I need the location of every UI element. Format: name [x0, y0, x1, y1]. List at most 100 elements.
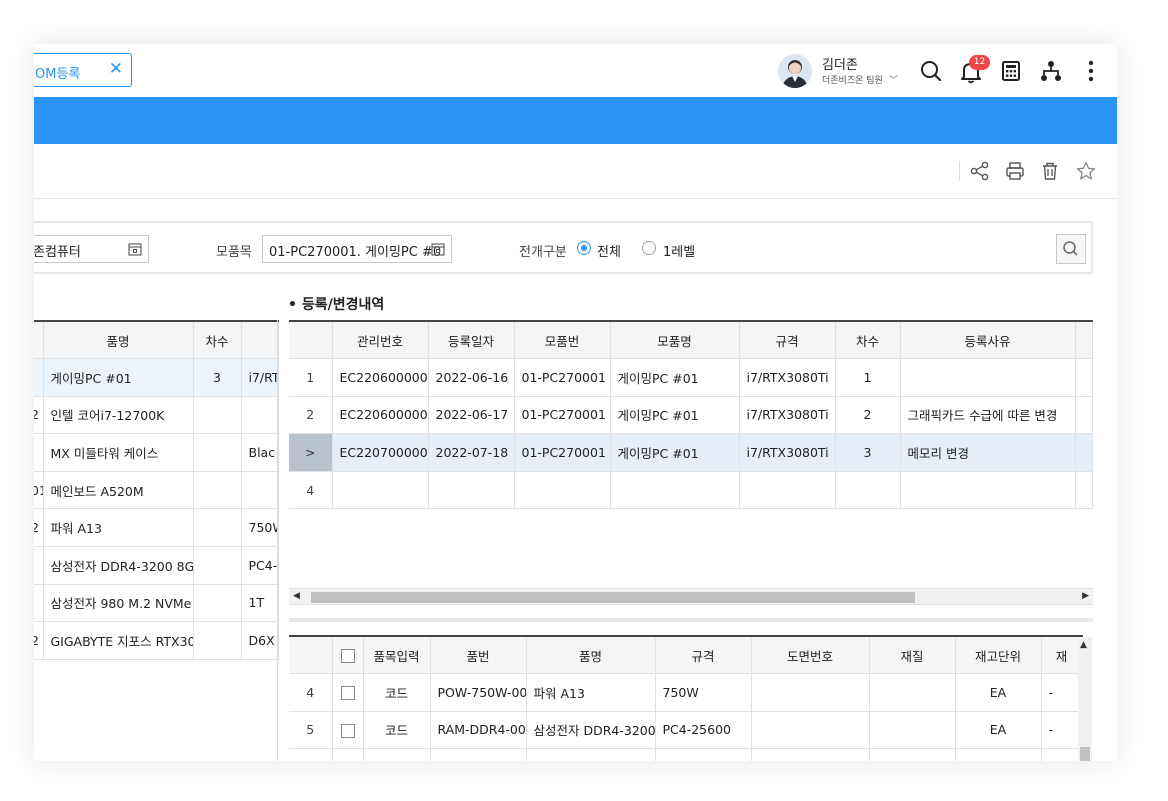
cell[interactable]: 3 — [835, 433, 901, 472]
cell[interactable]: 01-PC270001 — [514, 396, 611, 435]
org-chart-icon[interactable] — [1038, 58, 1064, 84]
cell[interactable] — [514, 471, 611, 510]
column-header[interactable]: 차수 — [193, 321, 242, 360]
table-row[interactable]: 4 — [289, 471, 1093, 510]
cell[interactable]: 파워 A13 — [526, 673, 656, 712]
table-row[interactable]: 2 파워 A13 750W — [34, 508, 279, 548]
cell[interactable] — [193, 396, 242, 435]
table-row[interactable]: 삼성전자 DDR4-3200 8G PC4- — [34, 546, 279, 585]
table-row[interactable]: MX 미들타워 케이스 Blac — [34, 433, 279, 472]
select-all-checkbox[interactable] — [332, 636, 364, 675]
avatar[interactable] — [778, 54, 812, 88]
cell[interactable]: D6X — [241, 621, 279, 660]
scroll-up-icon[interactable]: ▲ — [1080, 640, 1087, 650]
column-header[interactable]: 차수 — [835, 321, 901, 360]
column-header[interactable]: 품번 — [430, 636, 527, 675]
column-header[interactable]: 품명 — [43, 321, 194, 360]
cell[interactable] — [430, 748, 527, 761]
scrollbar-thumb[interactable] — [311, 592, 915, 603]
chevron-down-icon[interactable]: ﹀ — [889, 73, 898, 86]
cell[interactable]: i7/RTX3080Ti — [739, 358, 836, 397]
column-header[interactable] — [241, 321, 279, 360]
cell[interactable]: i7/RTX3080Ti — [739, 396, 836, 435]
cell[interactable] — [751, 711, 870, 750]
cell[interactable] — [835, 471, 901, 510]
cell[interactable]: PC4-25600 — [655, 711, 752, 750]
more-vertical-icon[interactable] — [1078, 58, 1104, 84]
cell[interactable]: 게이밍PC #01 — [610, 358, 740, 397]
table-row[interactable]: 01 메인보드 A520M — [34, 471, 279, 510]
cell[interactable] — [869, 711, 956, 750]
cell[interactable] — [1041, 748, 1083, 761]
row-checkbox[interactable] — [332, 711, 364, 750]
scroll-right-icon[interactable]: ▶ — [1082, 591, 1089, 601]
cell[interactable]: MX 미들타워 케이스 — [43, 433, 194, 472]
star-icon[interactable] — [1075, 160, 1097, 182]
cell[interactable]: 삼성전자 980 M.2 NVMe — [43, 584, 194, 623]
scrollbar-thumb[interactable] — [1080, 747, 1090, 761]
cell[interactable]: EC2207000001 — [332, 433, 429, 472]
cell[interactable] — [655, 748, 752, 761]
cell[interactable] — [241, 396, 279, 435]
row-checkbox[interactable] — [332, 673, 364, 712]
cell[interactable] — [241, 471, 279, 510]
column-header[interactable]: 규격 — [655, 636, 752, 675]
column-header[interactable]: 품명 — [526, 636, 656, 675]
cell[interactable]: i7/RT — [241, 358, 279, 397]
cell[interactable]: 1T — [241, 584, 279, 623]
cell[interactable]: i7/RTX3080Ti — [739, 433, 836, 472]
cell[interactable] — [193, 433, 242, 472]
cell[interactable]: 삼성전자 DDR4-3200 — [526, 711, 656, 750]
column-header[interactable]: 규격 — [739, 321, 836, 360]
cell[interactable]: EA — [955, 711, 1042, 750]
scroll-left-icon[interactable]: ◀ — [293, 591, 300, 601]
cell[interactable] — [739, 471, 836, 510]
cell[interactable]: EC2206000003 — [332, 396, 429, 435]
cell[interactable]: 메인보드 A520M — [43, 471, 194, 510]
checkbox[interactable] — [340, 686, 355, 701]
cell[interactable]: 그래픽카드 수급에 따른 변경 — [900, 396, 1076, 435]
cell[interactable] — [526, 748, 656, 761]
cell[interactable]: POW-750W-001 — [430, 673, 527, 712]
cell[interactable]: 3 — [193, 358, 242, 397]
checkbox[interactable] — [340, 723, 355, 738]
cell[interactable]: 게이밍PC #01 — [610, 396, 740, 435]
share-icon[interactable] — [969, 160, 991, 182]
print-icon[interactable] — [1004, 160, 1026, 182]
cell[interactable]: RAM-DDR4-001 — [430, 711, 527, 750]
table-row[interactable]: 5 코드 RAM-DDR4-001 삼성전자 DDR4-3200 PC4-256… — [289, 711, 1083, 750]
search-icon[interactable] — [918, 58, 944, 84]
cell[interactable]: GIGABYTE 지포스 RTX308 — [43, 621, 194, 660]
cell[interactable] — [193, 546, 242, 585]
column-header[interactable]: 재고단위 — [955, 636, 1042, 675]
cell[interactable]: 01-PC270001 — [514, 433, 611, 472]
calendar-icon[interactable] — [128, 242, 142, 256]
cell[interactable] — [751, 673, 870, 712]
search-button[interactable] — [1056, 234, 1086, 264]
table-row-selected[interactable]: > EC2207000001 2022-07-18 01-PC270001 게이… — [289, 433, 1093, 472]
cell[interactable]: EA — [955, 673, 1042, 712]
column-header[interactable]: 모품번 — [514, 321, 611, 360]
table-row[interactable]: 1 EC2206000001 2022-06-16 01-PC270001 게이… — [289, 358, 1093, 397]
column-header[interactable]: 모품명 — [610, 321, 740, 360]
cell[interactable] — [869, 673, 956, 712]
cell[interactable]: EC2206000001 — [332, 358, 429, 397]
cell[interactable]: 2022-06-17 — [428, 396, 515, 435]
cell[interactable] — [900, 358, 1076, 397]
row-checkbox[interactable] — [332, 748, 364, 761]
cell[interactable] — [193, 508, 242, 548]
cell[interactable]: 1 — [835, 358, 901, 397]
calendar-icon[interactable] — [431, 242, 445, 256]
column-header[interactable]: 재질 — [869, 636, 956, 675]
column-header[interactable]: 품목입력 — [363, 636, 431, 675]
checkbox[interactable] — [340, 648, 355, 663]
calculator-icon[interactable] — [998, 58, 1024, 84]
cell[interactable] — [193, 621, 242, 660]
radio-level1[interactable] — [642, 241, 656, 255]
column-header[interactable]: 등록사유 — [900, 321, 1076, 360]
cell[interactable]: 삼성전자 DDR4-3200 8G — [43, 546, 194, 585]
cell[interactable] — [363, 748, 431, 761]
cell[interactable]: 코드 — [363, 673, 431, 712]
table-row[interactable]: 2 EC2206000003 2022-06-17 01-PC270001 게이… — [289, 396, 1093, 435]
column-header[interactable]: 재 — [1041, 636, 1083, 675]
